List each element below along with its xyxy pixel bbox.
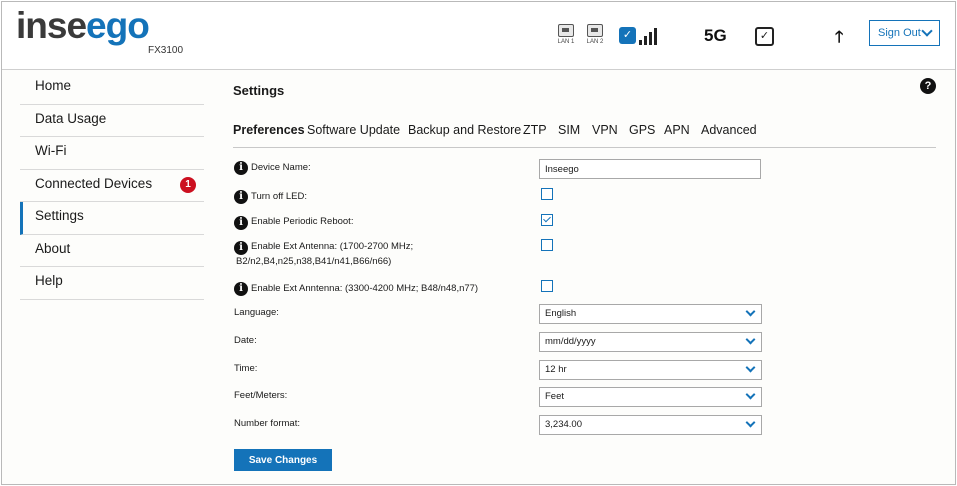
- sidebar-item-label: Connected Devices: [35, 175, 153, 191]
- tab-vpn[interactable]: VPN: [592, 123, 618, 137]
- language-value: English: [545, 308, 577, 319]
- ethernet-port-icon: [558, 24, 574, 37]
- sidebar-item-label: Wi-Fi: [35, 143, 67, 158]
- tab-preferences[interactable]: Preferences: [233, 123, 305, 137]
- number-format-value: 3,234.00: [545, 419, 582, 430]
- units-label: Feet/Meters:: [234, 390, 288, 401]
- number-format-label: Number format:: [234, 418, 300, 429]
- chevron-down-icon: [745, 389, 756, 400]
- sidebar-item-wifi[interactable]: Wi-Fi: [20, 137, 204, 170]
- units-value: Feet: [545, 391, 565, 402]
- header: inseego FX3100 LAN 1 LAN 2 ✓ 5G ✓ 🡑 Sign…: [2, 2, 955, 70]
- sign-out-button[interactable]: Sign Out: [869, 20, 940, 46]
- lan1-status: LAN 1: [555, 24, 577, 45]
- chevron-down-icon: [745, 417, 756, 428]
- lan1-label: LAN 1: [557, 39, 575, 45]
- network-type: 5G: [704, 26, 727, 45]
- language-label: Language:: [234, 307, 279, 318]
- signal-strength-icon: [639, 25, 661, 45]
- ethernet-port-icon: [587, 24, 603, 37]
- sidebar-item-connected-devices[interactable]: Connected Devices 1: [20, 170, 204, 202]
- language-select[interactable]: English: [539, 304, 762, 324]
- sidebar-item-label: Help: [35, 273, 63, 288]
- app-frame: inseego FX3100 LAN 1 LAN 2 ✓ 5G ✓ 🡑 Sign…: [1, 1, 956, 485]
- save-changes-button[interactable]: Save Changes: [234, 449, 332, 471]
- periodic-reboot-label: Enable Periodic Reboot:: [251, 216, 354, 227]
- sidebar-nav: Home Data Usage Wi-Fi Connected Devices 1…: [20, 72, 204, 300]
- chevron-down-icon: [745, 334, 756, 345]
- time-format-value: 12 hr: [545, 364, 567, 375]
- sign-out-label: Sign Out: [878, 27, 921, 39]
- tab-backup-restore[interactable]: Backup and Restore: [408, 123, 521, 137]
- logo: inseego: [16, 5, 150, 46]
- sidebar-item-label: Data Usage: [35, 110, 107, 126]
- time-format-select[interactable]: 12 hr: [539, 360, 762, 380]
- sidebar-item-home[interactable]: Home: [20, 72, 204, 105]
- info-icon[interactable]: i: [234, 161, 248, 175]
- device-check-icon: ✓: [755, 27, 774, 46]
- info-icon[interactable]: i: [234, 241, 248, 255]
- periodic-reboot-checkbox[interactable]: [541, 214, 553, 226]
- tab-advanced[interactable]: Advanced: [701, 123, 757, 137]
- lan2-status: LAN 2: [584, 24, 606, 45]
- chevron-down-icon: [745, 306, 756, 317]
- tab-sim[interactable]: SIM: [558, 123, 580, 137]
- tab-apn[interactable]: APN: [664, 123, 690, 137]
- info-icon[interactable]: i: [234, 190, 248, 204]
- ext-antenna2-checkbox[interactable]: [541, 280, 553, 292]
- notification-badge: 1: [180, 176, 196, 193]
- lan2-label: LAN 2: [586, 39, 604, 45]
- date-format-select[interactable]: mm/dd/yyyy: [539, 332, 762, 352]
- chevron-down-icon: [921, 25, 933, 37]
- sidebar-item-data-usage[interactable]: Data Usage: [20, 105, 204, 137]
- logo-text-prefix: inse: [16, 5, 87, 46]
- ext-antenna-checkbox[interactable]: [541, 239, 553, 251]
- tab-ztp[interactable]: ZTP: [523, 123, 547, 137]
- info-icon[interactable]: i: [234, 282, 248, 296]
- sidebar-item-label: About: [35, 240, 71, 256]
- device-model: FX3100: [148, 45, 184, 56]
- device-name-label: Device Name:: [251, 162, 311, 173]
- chevron-down-icon: [745, 362, 756, 373]
- date-format-value: mm/dd/yyyy: [545, 336, 596, 347]
- sidebar-item-label: Home: [35, 78, 72, 93]
- network-shield-icon: ✓: [619, 27, 636, 44]
- sidebar-item-help[interactable]: Help: [20, 267, 204, 300]
- logo-text-suffix: ego: [86, 5, 150, 46]
- sidebar-item-settings[interactable]: Settings: [20, 202, 204, 235]
- date-label: Date:: [234, 335, 257, 346]
- units-select[interactable]: Feet: [539, 387, 762, 407]
- device-name-input[interactable]: [539, 159, 761, 179]
- sidebar-item-label: Settings: [35, 208, 84, 223]
- page-title: Settings: [233, 83, 285, 98]
- help-icon[interactable]: ?: [920, 78, 936, 94]
- turn-off-led-checkbox[interactable]: [541, 188, 553, 200]
- settings-tabs: Preferences Software Update Backup and R…: [233, 118, 936, 148]
- turn-off-led-label: Turn off LED:: [251, 191, 307, 202]
- ext-antenna-label-line1: Enable Ext Antenna: (1700-2700 MHz;: [251, 241, 414, 252]
- time-label: Time:: [234, 363, 258, 374]
- ext-antenna-label-line2: B2/n2,B4,n25,n38,B41/n41,B66/n66): [236, 256, 392, 267]
- ext-antenna2-label: Enable Ext Anntenna: (3300-4200 MHz; B48…: [251, 283, 479, 294]
- upload-arrow-icon: 🡑: [835, 29, 844, 46]
- tab-software-update[interactable]: Software Update: [307, 123, 400, 137]
- sidebar-item-about[interactable]: About: [20, 235, 204, 267]
- number-format-select[interactable]: 3,234.00: [539, 415, 762, 435]
- tab-gps[interactable]: GPS: [629, 123, 655, 137]
- info-icon[interactable]: i: [234, 216, 248, 230]
